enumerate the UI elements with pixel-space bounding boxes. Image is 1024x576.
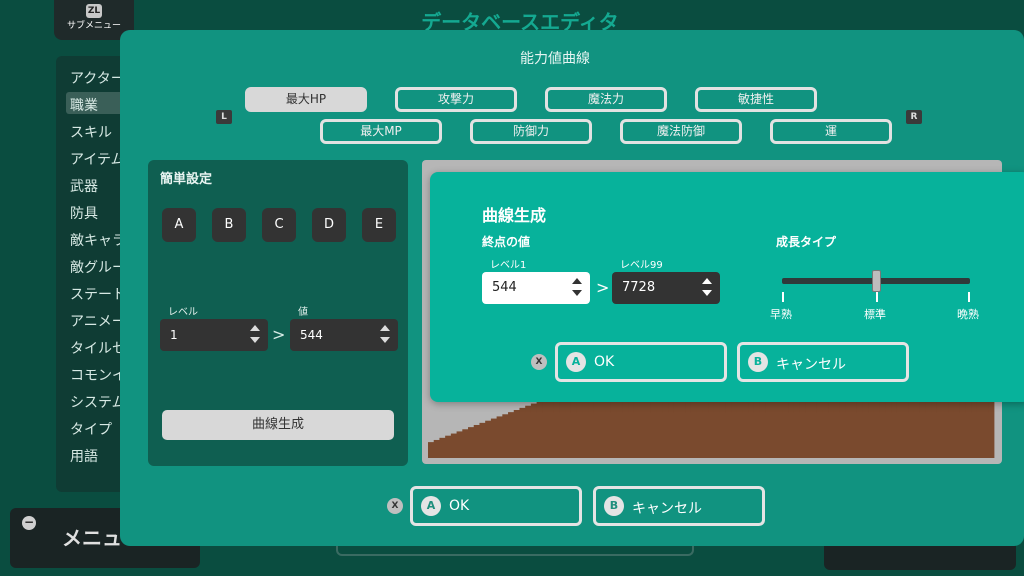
updown-icon[interactable] — [250, 325, 260, 345]
curve-bar — [513, 410, 520, 458]
curve-bar — [485, 420, 492, 458]
ok-button[interactable]: A OK — [410, 486, 582, 526]
b-key-icon: B — [748, 352, 768, 372]
sidebar-item[interactable]: ステート — [70, 284, 126, 304]
curve-bar — [559, 392, 566, 458]
level1-value-stepper[interactable]: 544 — [482, 272, 590, 304]
curve-bar — [490, 418, 498, 458]
value-value: 544 — [300, 328, 323, 342]
popup-cancel-label: キャンセル — [776, 357, 846, 373]
curve-bar — [456, 431, 463, 458]
updown-icon[interactable] — [380, 325, 390, 345]
tab-max-hp[interactable]: 最大HP — [245, 87, 367, 112]
level-label: レベル — [168, 307, 198, 318]
sidebar-item[interactable]: アクター — [70, 68, 125, 88]
a-key-icon: A — [566, 352, 586, 372]
curve-bar — [433, 439, 440, 458]
tab-magic-defense[interactable]: 魔法防御 — [620, 119, 742, 144]
growth-slider-thumb[interactable] — [871, 270, 881, 292]
level99-value: 7728 — [622, 280, 656, 295]
generate-curve-button[interactable]: 曲線生成 — [162, 410, 394, 440]
sidebar-item[interactable]: スキル — [70, 122, 112, 142]
x-key-icon: X — [387, 498, 403, 514]
a-key-icon: A — [421, 496, 441, 516]
level1-label: レベル1 — [490, 260, 527, 271]
sidebar-item[interactable]: タイプ — [70, 419, 112, 439]
popup-ok-button[interactable]: A OK — [555, 342, 727, 382]
r-shoulder-icon[interactable]: R — [906, 110, 922, 124]
curve-bar — [542, 399, 549, 458]
tab-max-mp[interactable]: 最大MP — [320, 119, 442, 144]
curve-bar — [496, 416, 503, 458]
sidebar-item[interactable]: システム — [70, 392, 126, 412]
greater-than-sign: > — [596, 278, 610, 297]
tab-magic-attack[interactable]: 魔法力 — [545, 87, 667, 112]
sidebar-item[interactable]: 武器 — [70, 176, 98, 196]
popup-title: 曲線生成 — [482, 206, 547, 225]
updown-icon[interactable] — [702, 278, 712, 298]
value-label: 値 — [298, 307, 308, 318]
slider-tick — [782, 292, 784, 302]
curve-bar — [508, 412, 515, 458]
sidebar-item[interactable]: 防具 — [70, 203, 98, 223]
end-value-label: 終点の値 — [482, 235, 531, 249]
b-key-icon: B — [604, 496, 624, 516]
curve-bar — [502, 414, 509, 458]
curve-bar — [462, 429, 469, 458]
curve-bar — [468, 427, 475, 458]
simple-settings-title: 簡単設定 — [160, 172, 213, 187]
tab-agility[interactable]: 敏捷性 — [695, 87, 817, 112]
level99-value-stepper[interactable]: 7728 — [612, 272, 720, 304]
tab-attack[interactable]: 攻撃力 — [395, 87, 517, 112]
curve-bar — [479, 422, 486, 458]
l-shoulder-icon[interactable]: L — [216, 110, 232, 124]
minus-icon: − — [22, 515, 36, 530]
preset-d-button[interactable]: D — [312, 208, 346, 242]
curve-bar — [553, 395, 560, 458]
preset-c-button[interactable]: C — [262, 208, 296, 242]
sidebar-item[interactable]: 用語 — [70, 446, 98, 466]
curve-bar — [530, 403, 538, 458]
curve-bar — [439, 437, 446, 458]
preset-b-button[interactable]: B — [212, 208, 246, 242]
tab-luck[interactable]: 運 — [770, 119, 892, 144]
level-value: 1 — [170, 328, 178, 342]
submenu-label: サブメニュー — [66, 21, 121, 31]
late-growth-label: 晩熟 — [957, 308, 979, 321]
ok-label: OK — [449, 498, 470, 514]
sidebar-item[interactable]: アイテム — [70, 149, 125, 169]
cancel-button[interactable]: B キャンセル — [593, 486, 765, 526]
curve-bar — [445, 435, 452, 458]
slider-tick — [968, 292, 970, 302]
curve-bar — [519, 407, 526, 458]
zl-key-icon: ZL — [86, 4, 102, 18]
level1-value: 544 — [492, 280, 517, 295]
sidebar-item[interactable]: 敵キャラ — [70, 230, 126, 250]
sidebar-item[interactable]: 職業 — [70, 95, 98, 115]
updown-icon[interactable] — [572, 278, 582, 298]
curve-bar — [525, 405, 532, 458]
dialog-title: 能力値曲線 — [520, 51, 590, 67]
curve-bar — [450, 433, 457, 458]
slider-tick — [876, 292, 878, 302]
curve-bar — [428, 442, 435, 458]
x-key-icon: X — [531, 354, 547, 370]
growth-type-label: 成長タイプ — [776, 235, 837, 249]
curve-bar — [548, 397, 555, 458]
tab-defense[interactable]: 防御力 — [470, 119, 592, 144]
popup-cancel-button[interactable]: B キャンセル — [737, 342, 909, 382]
preset-a-button[interactable]: A — [162, 208, 196, 242]
curve-bar — [473, 424, 480, 458]
value-stepper[interactable]: 544 — [290, 319, 398, 351]
standard-growth-label: 標準 — [864, 308, 886, 321]
popup-ok-label: OK — [594, 354, 615, 370]
level-stepper[interactable]: 1 — [160, 319, 268, 351]
preset-e-button[interactable]: E — [362, 208, 396, 242]
cancel-label: キャンセル — [632, 501, 702, 517]
greater-than-sign: > — [272, 325, 286, 344]
curve-bar — [536, 401, 543, 458]
early-growth-label: 早熟 — [770, 308, 792, 321]
level99-label: レベル99 — [620, 260, 663, 271]
